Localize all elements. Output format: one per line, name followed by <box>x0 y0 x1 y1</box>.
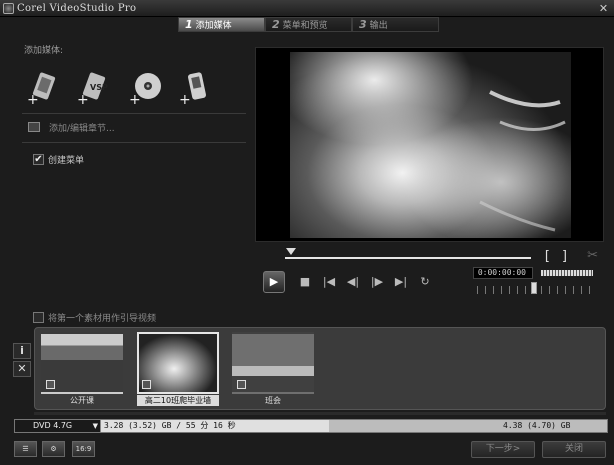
divider <box>22 113 246 114</box>
add-video-button[interactable]: + <box>26 70 62 108</box>
add-vsp-button[interactable]: VSP + <box>76 70 112 108</box>
tab-output[interactable]: 3 输出 <box>352 17 439 32</box>
step-label: 输出 <box>369 21 388 31</box>
clip-thumbnail[interactable] <box>232 332 314 394</box>
video-preview <box>255 47 604 242</box>
svg-text:+: + <box>179 92 191 106</box>
title-bar: Corel VideoStudio Pro ✕ <box>0 0 614 17</box>
aspect-ratio-label: 16:9 <box>75 445 92 453</box>
step-label: 菜单和预览 <box>282 21 328 31</box>
repeat-button[interactable]: ↻ <box>413 272 437 292</box>
gear-icon: ⚙ <box>50 445 57 453</box>
previous-frame-button[interactable]: ◀| <box>341 272 365 292</box>
jog-handle[interactable] <box>531 282 537 294</box>
scrubber-track[interactable] <box>285 257 531 259</box>
mark-out-button[interactable]: ] <box>561 249 569 264</box>
mark-in-button[interactable]: [ <box>543 249 551 264</box>
step-number: 1 <box>185 18 193 31</box>
scissor-icon[interactable]: ✂ <box>587 248 598 263</box>
settings-list-button[interactable]: ☰ <box>14 441 37 457</box>
checkbox-unchecked[interactable] <box>33 312 44 323</box>
svg-text:+: + <box>77 92 89 106</box>
add-device-icon: + <box>179 72 206 108</box>
chapter-icon <box>28 122 40 132</box>
stop-button[interactable]: ■ <box>293 272 317 292</box>
chapter-label: 添加/编辑章节... <box>49 123 115 134</box>
clip-label: 高二10班爬毕业墙 <box>137 395 219 406</box>
add-vsp-icon: VSP + <box>77 72 108 108</box>
info-button[interactable]: i <box>13 343 31 359</box>
svg-text:+: + <box>27 92 39 106</box>
clip-item[interactable]: 高二10班爬毕业墙 <box>137 332 219 406</box>
intro-video-checkbox[interactable]: 将第一个素材用作引导视频 <box>33 311 156 324</box>
add-device-button[interactable]: + <box>178 70 214 108</box>
next-button[interactable]: 下一步> <box>471 441 535 458</box>
add-edit-chapter-button[interactable]: 添加/编辑章节... <box>28 120 115 134</box>
list-settings-icon: ☰ <box>22 445 29 453</box>
disc-used-text: 3.28 (3.52) GB / 55 分 16 秒 <box>104 421 236 430</box>
step-label: 添加媒体 <box>195 21 232 31</box>
media-clip-list: 公开课 高二10班爬毕业墙 班会 <box>34 327 606 410</box>
divider <box>22 142 246 143</box>
trim-start-handle[interactable] <box>286 248 296 255</box>
svg-text:+: + <box>129 92 141 106</box>
create-menu-checkbox[interactable]: ✔ 创建菜单 <box>33 153 84 166</box>
add-disc-button[interactable]: + <box>128 70 164 108</box>
app-icon <box>3 3 14 14</box>
disc-capacity-bar: DVD 4.7G ▼ 3.28 (3.52) GB / 55 分 16 秒 4.… <box>14 419 608 433</box>
play-button[interactable]: ▶ <box>263 271 285 293</box>
tab-menu-preview[interactable]: 2 菜单和预览 <box>265 17 352 32</box>
clip-item[interactable]: 班会 <box>232 332 314 406</box>
step-number: 3 <box>359 18 367 31</box>
go-to-start-button[interactable]: |◀ <box>317 272 341 292</box>
disc-type-select[interactable]: DVD 4.7G ▼ <box>15 420 101 432</box>
aspect-ratio-button[interactable]: 16:9 <box>72 441 95 457</box>
volume-bar[interactable] <box>541 270 593 276</box>
disc-type-value: DVD 4.7G <box>33 421 73 430</box>
project-settings-button[interactable]: ⚙ <box>42 441 65 457</box>
check-icon[interactable]: ✔ <box>33 154 44 165</box>
clip-tools: i ✕ <box>13 343 31 379</box>
playback-controls: [ ] ✂ ▶ ■ |◀ ◀| |▶ ▶| ↻ 0:00:00:00 <box>255 242 604 298</box>
vsp-badge: VSP <box>90 83 108 92</box>
disc-free-text: 4.38 (4.70) GB <box>503 421 571 430</box>
clip-thumbnail[interactable] <box>137 332 219 394</box>
clip-item[interactable]: 公开课 <box>41 332 123 406</box>
video-frame-image <box>290 52 571 238</box>
window-title: Corel VideoStudio Pro <box>17 3 137 14</box>
create-menu-label: 创建菜单 <box>48 156 85 166</box>
clip-list-scrollbar[interactable] <box>34 412 606 415</box>
clip-type-icon <box>46 380 55 389</box>
media-panel: 添加媒体: + VSP + + + 添加/编辑章节... ✔ 创建菜单 <box>0 32 250 322</box>
tab-add-media[interactable]: 1 添加媒体 <box>178 17 265 32</box>
clip-label: 班会 <box>265 396 281 405</box>
clip-type-icon <box>237 380 246 389</box>
video-frame <box>290 52 571 238</box>
go-to-end-button[interactable]: ▶| <box>389 272 413 292</box>
window-close-button[interactable]: ✕ <box>597 2 610 15</box>
step-tabs: 1 添加媒体 2 菜单和预览 3 输出 <box>178 17 439 32</box>
chevron-down-icon: ▼ <box>92 422 98 430</box>
step-number: 2 <box>272 18 280 31</box>
clip-label: 公开课 <box>70 396 94 405</box>
next-frame-button[interactable]: |▶ <box>365 272 389 292</box>
add-video-icon: + <box>27 72 56 108</box>
add-media-label: 添加媒体: <box>24 46 64 56</box>
clip-thumbnail[interactable] <box>41 332 123 394</box>
add-disc-icon: + <box>129 73 161 108</box>
timecode-display[interactable]: 0:00:00:00 <box>473 267 533 279</box>
transport-buttons: ▶ ■ |◀ ◀| |▶ ▶| ↻ <box>263 271 437 293</box>
delete-button[interactable]: ✕ <box>13 361 31 377</box>
clip-type-icon <box>142 380 151 389</box>
intro-video-label: 将第一个素材用作引导视频 <box>48 314 157 324</box>
close-button[interactable]: 关闭 <box>542 441 606 458</box>
